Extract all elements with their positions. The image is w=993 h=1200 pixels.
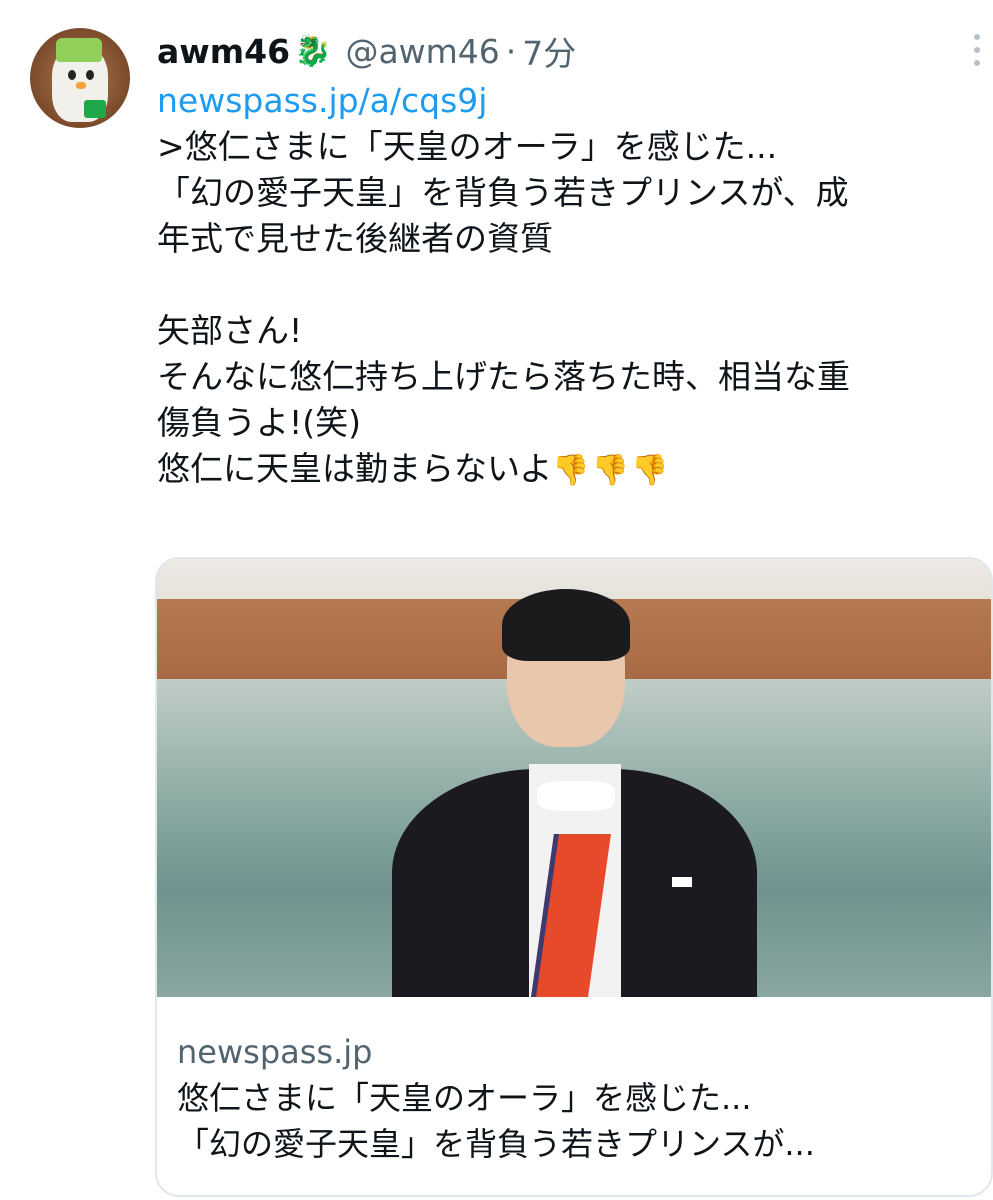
author-display-name[interactable]: awm46 [157,32,290,71]
author-handle[interactable]: @awm46 [345,32,499,71]
image-figure-pocket-square [672,877,692,887]
tweet[interactable]: awm46 🐉 @awm46 · 7分 newspass.jp/a/cqs9j … [0,0,993,1200]
avatar[interactable] [30,28,130,128]
thumbs-down-icon: 👎👎👎 [552,453,671,488]
link-preview-title-line: 悠仁さまに「天皇のオーラ」を感じた... [177,1079,752,1117]
more-dot [974,34,980,40]
tweet-text-line: 年式で見せた後継者の資質 [157,219,553,258]
link-preview-title-line: 「幻の愛子天皇」を背負う若きプリンスが... [177,1125,815,1163]
image-figure-hair [502,589,630,661]
dragon-emoji-icon: 🐉 [294,33,332,69]
tweet-text: newspass.jp/a/cqs9j >悠仁さまに「天皇のオーラ」を感じた..… [157,78,993,492]
tweet-text-line: 傷負うよ!(笑) [157,403,361,442]
more-dot [974,47,980,53]
tweet-text-line: 矢部さん! [157,311,303,350]
avatar-mascot-beak [76,82,86,89]
avatar-mascot-tag [84,100,106,118]
tweet-text-line: 悠仁に天皇は勤まらないよ [157,449,553,488]
image-figure-bowtie [537,781,615,811]
tweet-timestamp[interactable]: 7分 [522,27,576,75]
avatar-mascot-eye [68,70,76,80]
link-preview-image[interactable] [157,559,991,997]
tweet-text-line: そんなに悠仁持ち上げたら落ちた時、相当な重 [157,357,850,396]
avatar-mascot-hat [56,38,102,62]
link-preview-card[interactable]: newspass.jp 悠仁さまに「天皇のオーラ」を感じた... 「幻の愛子天皇… [155,557,993,1197]
tweet-text-line: >悠仁さまに「天皇のオーラ」を感じた... [157,127,778,166]
link-preview-domain: newspass.jp [177,1033,373,1071]
tweet-text-last-line: 悠仁に天皇は勤まらないよ👎👎👎 [157,446,993,492]
link-preview-meta: newspass.jp 悠仁さまに「天皇のオーラ」を感じた... 「幻の愛子天皇… [157,997,991,1195]
more-dot [974,60,980,66]
tweet-link[interactable]: newspass.jp/a/cqs9j [157,78,993,124]
avatar-mascot-eye [86,70,94,80]
tweet-text-line: 「幻の愛子天皇」を背負う若きプリンスが、成 [157,173,849,212]
header-separator: · [505,31,517,71]
more-vertical-icon[interactable] [971,30,983,70]
tweet-header: awm46 🐉 @awm46 · 7分 [157,26,576,76]
